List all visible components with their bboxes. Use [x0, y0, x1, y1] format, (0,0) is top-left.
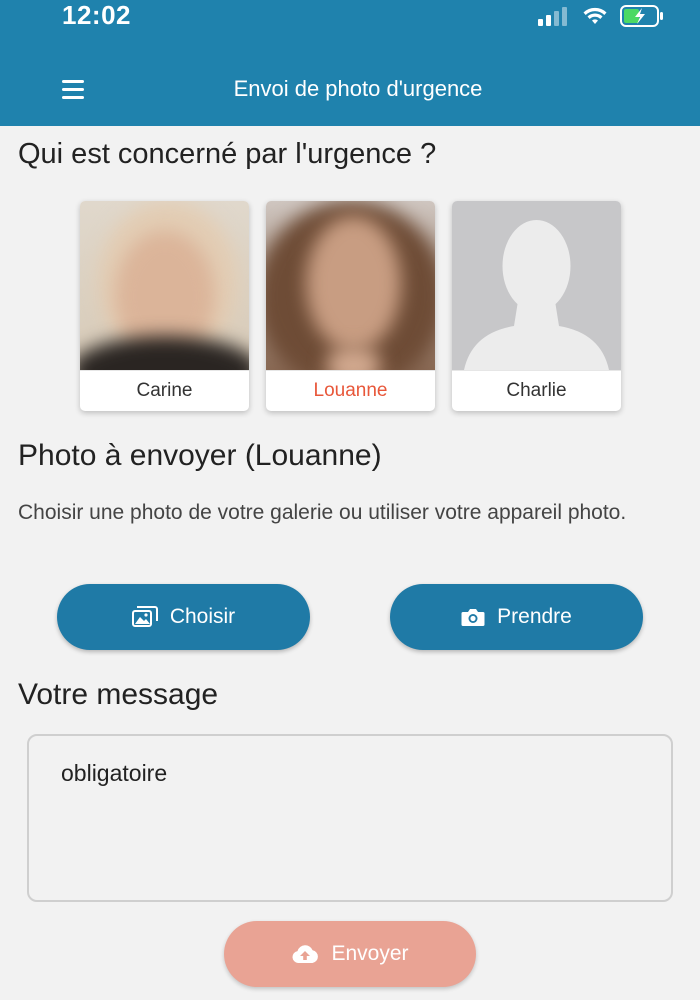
person-selector: Carine Louanne Charlie — [80, 201, 621, 411]
person-card-charlie[interactable]: Charlie — [452, 201, 621, 411]
message-section-title: Votre message — [18, 678, 219, 711]
wifi-icon — [583, 7, 607, 24]
choose-photo-label: Choisir — [169, 605, 236, 628]
avatar — [80, 201, 249, 370]
cellular-signal-icon — [538, 7, 567, 26]
gallery-icon — [131, 606, 158, 627]
send-button[interactable]: Envoyer — [224, 921, 476, 987]
camera-icon — [461, 609, 485, 626]
person-section-title: Qui est concerné par l'urgence ? — [18, 138, 437, 170]
status-icons — [538, 4, 664, 28]
person-name: Charlie — [452, 370, 621, 411]
message-textarea[interactable]: obligatoire — [27, 734, 673, 902]
message-placeholder: obligatoire — [61, 760, 168, 786]
photo-section-description: Choisir une photo de votre galerie ou ut… — [18, 501, 627, 524]
battery-charging-icon — [620, 5, 663, 27]
send-label: Envoyer — [331, 942, 409, 965]
choose-photo-button[interactable]: Choisir — [57, 584, 310, 650]
app-header: 12:02 Envoi de photo d'urgence — [0, 0, 700, 126]
take-photo-button[interactable]: Prendre — [390, 584, 643, 650]
avatar-placeholder-icon — [452, 201, 621, 370]
person-card-carine[interactable]: Carine — [80, 201, 249, 411]
cloud-upload-icon — [292, 945, 319, 963]
avatar — [266, 201, 435, 370]
page-title: Envoi de photo d'urgence — [233, 76, 483, 101]
person-card-louanne[interactable]: Louanne — [266, 201, 435, 411]
take-photo-label: Prendre — [497, 605, 572, 628]
status-time: 12:02 — [62, 0, 131, 30]
person-name: Louanne — [266, 370, 435, 411]
person-name: Carine — [80, 370, 249, 411]
photo-section-title: Photo à envoyer (Louanne) — [18, 439, 382, 472]
